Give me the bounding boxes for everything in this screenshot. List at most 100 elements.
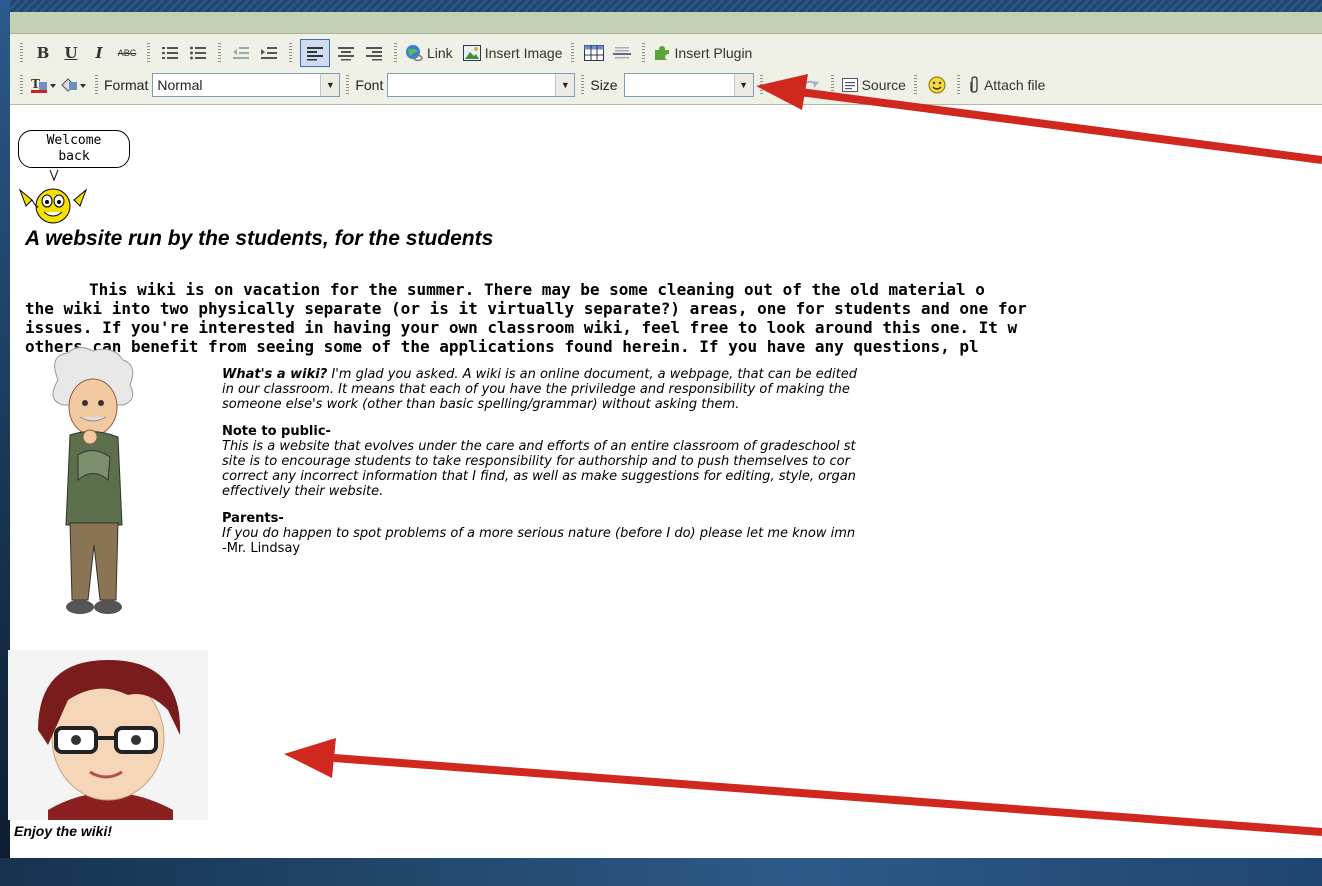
toolbar-separator: [394, 43, 397, 63]
source-icon: [841, 78, 858, 92]
underline-button[interactable]: U: [59, 40, 83, 66]
text-color-icon: T: [31, 77, 56, 93]
format-label: Format: [104, 77, 149, 93]
font-label: Font: [355, 77, 384, 93]
parents-heading: Parents-: [222, 511, 284, 526]
horizontal-rule-icon: [612, 47, 631, 59]
source-label: Source: [861, 77, 906, 93]
globe-link-icon: [406, 45, 423, 62]
strikethrough-button[interactable]: ABC: [115, 40, 139, 66]
puzzle-piece-icon: [654, 46, 669, 60]
intro-paragraph: This wiki is on vacation for the summer.…: [25, 280, 1322, 356]
format-value: Normal: [157, 77, 203, 93]
toolbar-separator: [641, 43, 645, 63]
size-label: Size: [590, 77, 618, 93]
numbered-list-button[interactable]: [158, 40, 182, 66]
toolbar-separator: [346, 75, 350, 95]
body-text: What's a wiki? I'm glad you asked. A wik…: [222, 367, 1322, 568]
format-dropdown[interactable]: Normal ▼: [152, 73, 341, 97]
text-line: in our classroom. It means that each of …: [222, 382, 850, 397]
link-label: Link: [427, 45, 453, 61]
redo-icon: [803, 80, 819, 88]
toolbar-separator: [147, 43, 150, 63]
insert-plugin-button[interactable]: Insert Plugin: [653, 40, 752, 66]
smiley-button[interactable]: [925, 72, 949, 98]
align-right-button[interactable]: [362, 40, 386, 66]
signature: -Mr. Lindsay: [222, 541, 301, 556]
image-icon: [462, 45, 481, 61]
horizontal-rule-button[interactable]: [610, 40, 634, 66]
indent-button[interactable]: [257, 40, 281, 66]
enjoy-message: Enjoy the wiki!: [14, 823, 113, 839]
bold-icon: B: [36, 44, 50, 62]
smiley-icon: [928, 76, 946, 94]
align-right-icon: [366, 47, 382, 61]
undo-button[interactable]: [771, 72, 795, 98]
align-left-button[interactable]: [300, 39, 330, 67]
editor-titlebar: [10, 12, 1322, 34]
source-button[interactable]: Source: [841, 72, 906, 98]
text-line: effectively their website.: [222, 484, 384, 499]
text-line: someone else's work (other than basic sp…: [222, 397, 740, 412]
underline-icon: U: [64, 44, 78, 62]
welcome-back-speech-bubble: Welcome back: [18, 130, 130, 168]
svg-text:T: T: [31, 77, 40, 91]
toolbar-separator: [759, 75, 763, 95]
highlight-color-button[interactable]: [61, 72, 87, 98]
chevron-down-icon[interactable]: ▼: [733, 74, 753, 96]
align-center-button[interactable]: [334, 40, 358, 66]
intro-line: the wiki into two physically separate (o…: [25, 299, 1027, 318]
toolbar-separator: [20, 75, 23, 95]
waving-smiley-image: [18, 170, 88, 224]
font-value: [388, 74, 555, 96]
note-to-public-heading: Note to public-: [222, 424, 331, 439]
toolbar-separator: [20, 43, 23, 63]
note-to-public-paragraph: Note to public- This is a website that e…: [222, 424, 1322, 499]
toolbar-separator: [218, 43, 221, 63]
speech-line: back: [58, 149, 90, 164]
toolbar-separator: [581, 75, 585, 95]
slide-frame-top: [0, 0, 1322, 12]
insert-table-button[interactable]: [582, 40, 606, 66]
chevron-down-icon[interactable]: ▼: [555, 74, 575, 96]
outdent-button[interactable]: [229, 40, 253, 66]
bulleted-list-button[interactable]: [186, 40, 210, 66]
italic-button[interactable]: I: [87, 40, 111, 66]
font-dropdown[interactable]: ▼: [387, 73, 576, 97]
einstein-cartoon-image: [52, 347, 134, 614]
bold-button[interactable]: B: [31, 40, 55, 66]
link-button[interactable]: Link: [405, 40, 453, 66]
numbered-list-icon: [162, 47, 178, 59]
toolbar-separator: [830, 75, 834, 95]
strikethrough-icon: ABC: [117, 48, 137, 58]
intro-line: This wiki is on vacation for the summer.…: [89, 280, 985, 299]
text-line: site is to encourage students to take re…: [222, 454, 850, 469]
parents-paragraph: Parents- If you do happen to spot proble…: [222, 511, 1322, 556]
outdent-icon: [233, 47, 249, 59]
redo-button[interactable]: [799, 72, 823, 98]
speech-line: Welcome: [46, 133, 102, 148]
table-icon: [583, 45, 604, 61]
whats-a-wiki-heading: What's a wiki?: [222, 367, 328, 382]
insert-image-button[interactable]: Insert Image: [462, 40, 563, 66]
attach-file-button[interactable]: Attach file: [968, 72, 1045, 98]
bulleted-list-icon: [190, 46, 206, 60]
toolbar-separator: [956, 75, 960, 95]
toolbar-separator: [913, 75, 917, 95]
text-color-button[interactable]: T: [31, 72, 57, 98]
highlight-color-icon: [61, 78, 86, 92]
toolbar-separator: [95, 75, 98, 95]
editor-toolbar: B U I ABC Link Insert Image Insert Plugi…: [10, 34, 1322, 105]
glasses-boy-cartoon-image: [8, 650, 208, 820]
page-heading: A website run by the students, for the s…: [25, 227, 494, 250]
chevron-down-icon[interactable]: ▼: [320, 74, 340, 96]
intro-line: issues. If you're interested in having y…: [25, 318, 1018, 337]
size-value: [625, 74, 734, 96]
indent-icon: [261, 47, 277, 59]
toolbar-row-1: B U I ABC Link Insert Image Insert Plugi…: [10, 37, 1322, 69]
align-center-icon: [338, 47, 354, 61]
insert-image-label: Insert Image: [484, 45, 563, 61]
toolbar-separator: [289, 43, 292, 63]
size-dropdown[interactable]: ▼: [623, 73, 754, 97]
intro-line: others can benefit from seeing some of t…: [25, 337, 979, 356]
